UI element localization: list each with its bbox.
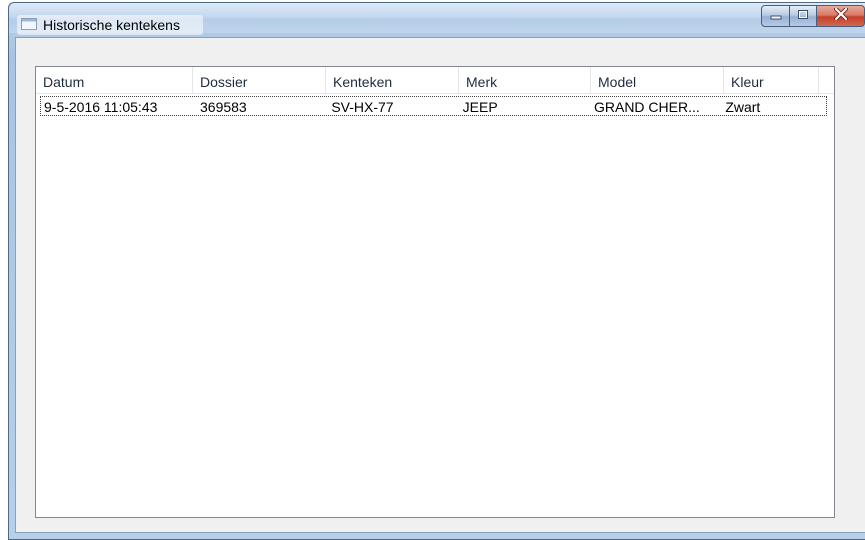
window-title: Historische kentekens <box>43 17 180 33</box>
cell-kenteken: SV-HX-77 <box>331 99 394 115</box>
minimize-icon <box>770 7 782 25</box>
title-bar[interactable]: Historische kentekens <box>9 3 865 35</box>
table-row[interactable]: 9-5-2016 11:05:43 369583 SV-HX-77 JEEP G… <box>40 96 827 116</box>
column-header-merk[interactable]: Merk <box>459 67 591 93</box>
window-client-area: Datum Dossier Kenteken Merk Model Kleur … <box>15 37 865 533</box>
close-icon <box>833 7 848 25</box>
column-header-datum[interactable]: Datum <box>36 67 193 93</box>
column-header-dossier[interactable]: Dossier <box>193 67 326 93</box>
cell-datum: 9-5-2016 11:05:43 <box>44 99 158 115</box>
app-window: Historische kentekens Datum Dossier Kent… <box>8 2 865 540</box>
cell-kleur: Zwart <box>725 99 761 115</box>
window-app-icon[interactable] <box>21 17 37 30</box>
caption-buttons <box>761 5 865 27</box>
close-button[interactable] <box>817 5 865 27</box>
column-header-kleur[interactable]: Kleur <box>724 67 819 93</box>
column-header-kenteken[interactable]: Kenteken <box>326 67 459 93</box>
minimize-button[interactable] <box>761 5 790 27</box>
cell-merk: JEEP <box>462 99 498 115</box>
maximize-icon <box>797 7 809 25</box>
cell-model: GRAND CHER... <box>593 99 700 115</box>
history-list-view[interactable]: Datum Dossier Kenteken Merk Model Kleur … <box>35 66 835 518</box>
maximize-button[interactable] <box>790 5 817 27</box>
list-header: Datum Dossier Kenteken Merk Model Kleur <box>36 67 834 94</box>
column-header-model[interactable]: Model <box>591 67 724 93</box>
cell-dossier: 369583 <box>200 99 247 115</box>
